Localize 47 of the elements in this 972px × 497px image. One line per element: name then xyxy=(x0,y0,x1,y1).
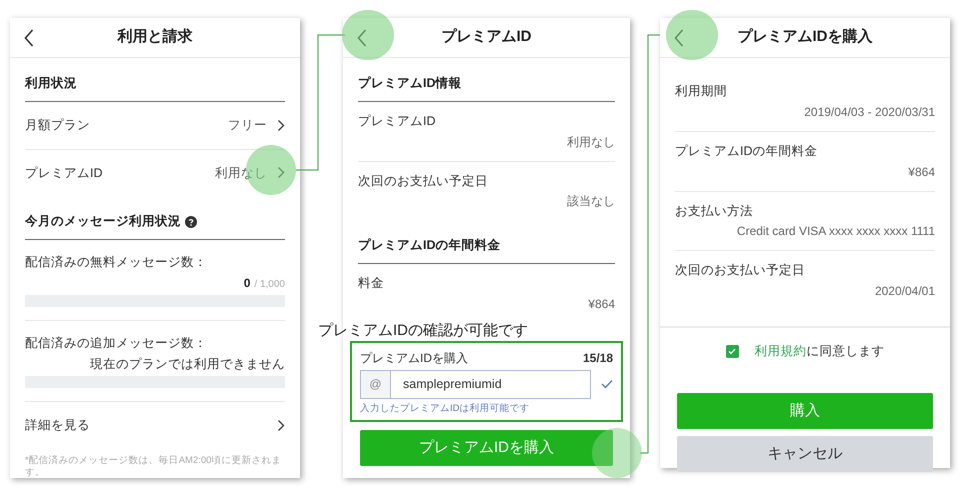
row-value: ¥864 xyxy=(908,164,935,180)
row-label: 次回のお支払い予定日 xyxy=(675,262,806,280)
row-label: お支払い方法 xyxy=(675,202,754,220)
at-prefix: @ xyxy=(361,370,391,398)
screen-title: プレミアムID xyxy=(442,27,532,48)
section-heading: 今月のメッセージ利用状況 xyxy=(25,213,181,230)
row-value: 該当なし xyxy=(567,193,615,210)
row-label: プレミアムID xyxy=(25,164,102,182)
row-value: 利用なし xyxy=(567,134,615,150)
help-icon[interactable] xyxy=(185,216,197,228)
back-button[interactable] xyxy=(22,28,36,48)
row-label: 月額プラン xyxy=(25,116,90,134)
validation-hint: 入力したプレミアムIDは利用可能です xyxy=(360,402,530,416)
usage-count: 0 xyxy=(244,274,250,292)
section-heading: プレミアムID情報 xyxy=(358,75,462,92)
section-heading: プレミアムIDの年間料金 xyxy=(358,237,500,254)
row-label: 料金 xyxy=(358,275,385,292)
section-heading: 利用状況 xyxy=(25,75,77,92)
chevron-right-icon xyxy=(277,118,285,132)
field-label: プレミアムIDを購入 xyxy=(360,350,468,367)
chevron-right-icon xyxy=(277,419,285,432)
row-label: プレミアムID xyxy=(358,112,436,130)
row-value: Credit card VISA xxxx xxxx xxxx 1111 xyxy=(736,223,935,240)
usage-limit: / 1,000 xyxy=(254,278,285,292)
callout-text: プレミアムIDの確認が可能です xyxy=(318,321,528,341)
row-value: 利用なし xyxy=(215,164,267,182)
chevron-right-icon xyxy=(277,166,285,180)
row-value: ¥864 xyxy=(588,296,615,313)
screen-title: 利用と請求 xyxy=(118,27,192,48)
row-label: 利用期間 xyxy=(675,83,728,100)
footnote-text: *配信済みのメッセージ数は、毎日AM2:00頃に更新されます。 xyxy=(25,455,282,479)
row-value: 2019/04/03 - 2020/03/31 xyxy=(804,104,935,121)
checkbox[interactable] xyxy=(726,344,738,358)
row-label: 詳細を見る xyxy=(25,417,90,434)
agreement-text: 利用規約に同意します xyxy=(754,343,884,360)
character-counter: 15/18 xyxy=(582,350,613,367)
input-group[interactable]: @ samplepremiumid xyxy=(360,370,591,399)
row-label: 配信済みの無料メッセージ数： xyxy=(25,254,208,271)
usage-status: 現在のプランでは利用できません xyxy=(90,356,285,372)
cancel-button[interactable]: キャンセル xyxy=(677,436,933,472)
row-label: 次回のお支払い予定日 xyxy=(358,172,489,190)
row-value: 2020/04/01 xyxy=(874,283,935,300)
checkmark-icon xyxy=(728,348,736,355)
screen-title: プレミアムIDを購入 xyxy=(738,27,872,48)
row-label: 配信済みの追加メッセージ数： xyxy=(25,334,208,352)
row-value: フリー xyxy=(228,116,267,134)
row-label: プレミアムIDの年間料金 xyxy=(675,142,818,160)
